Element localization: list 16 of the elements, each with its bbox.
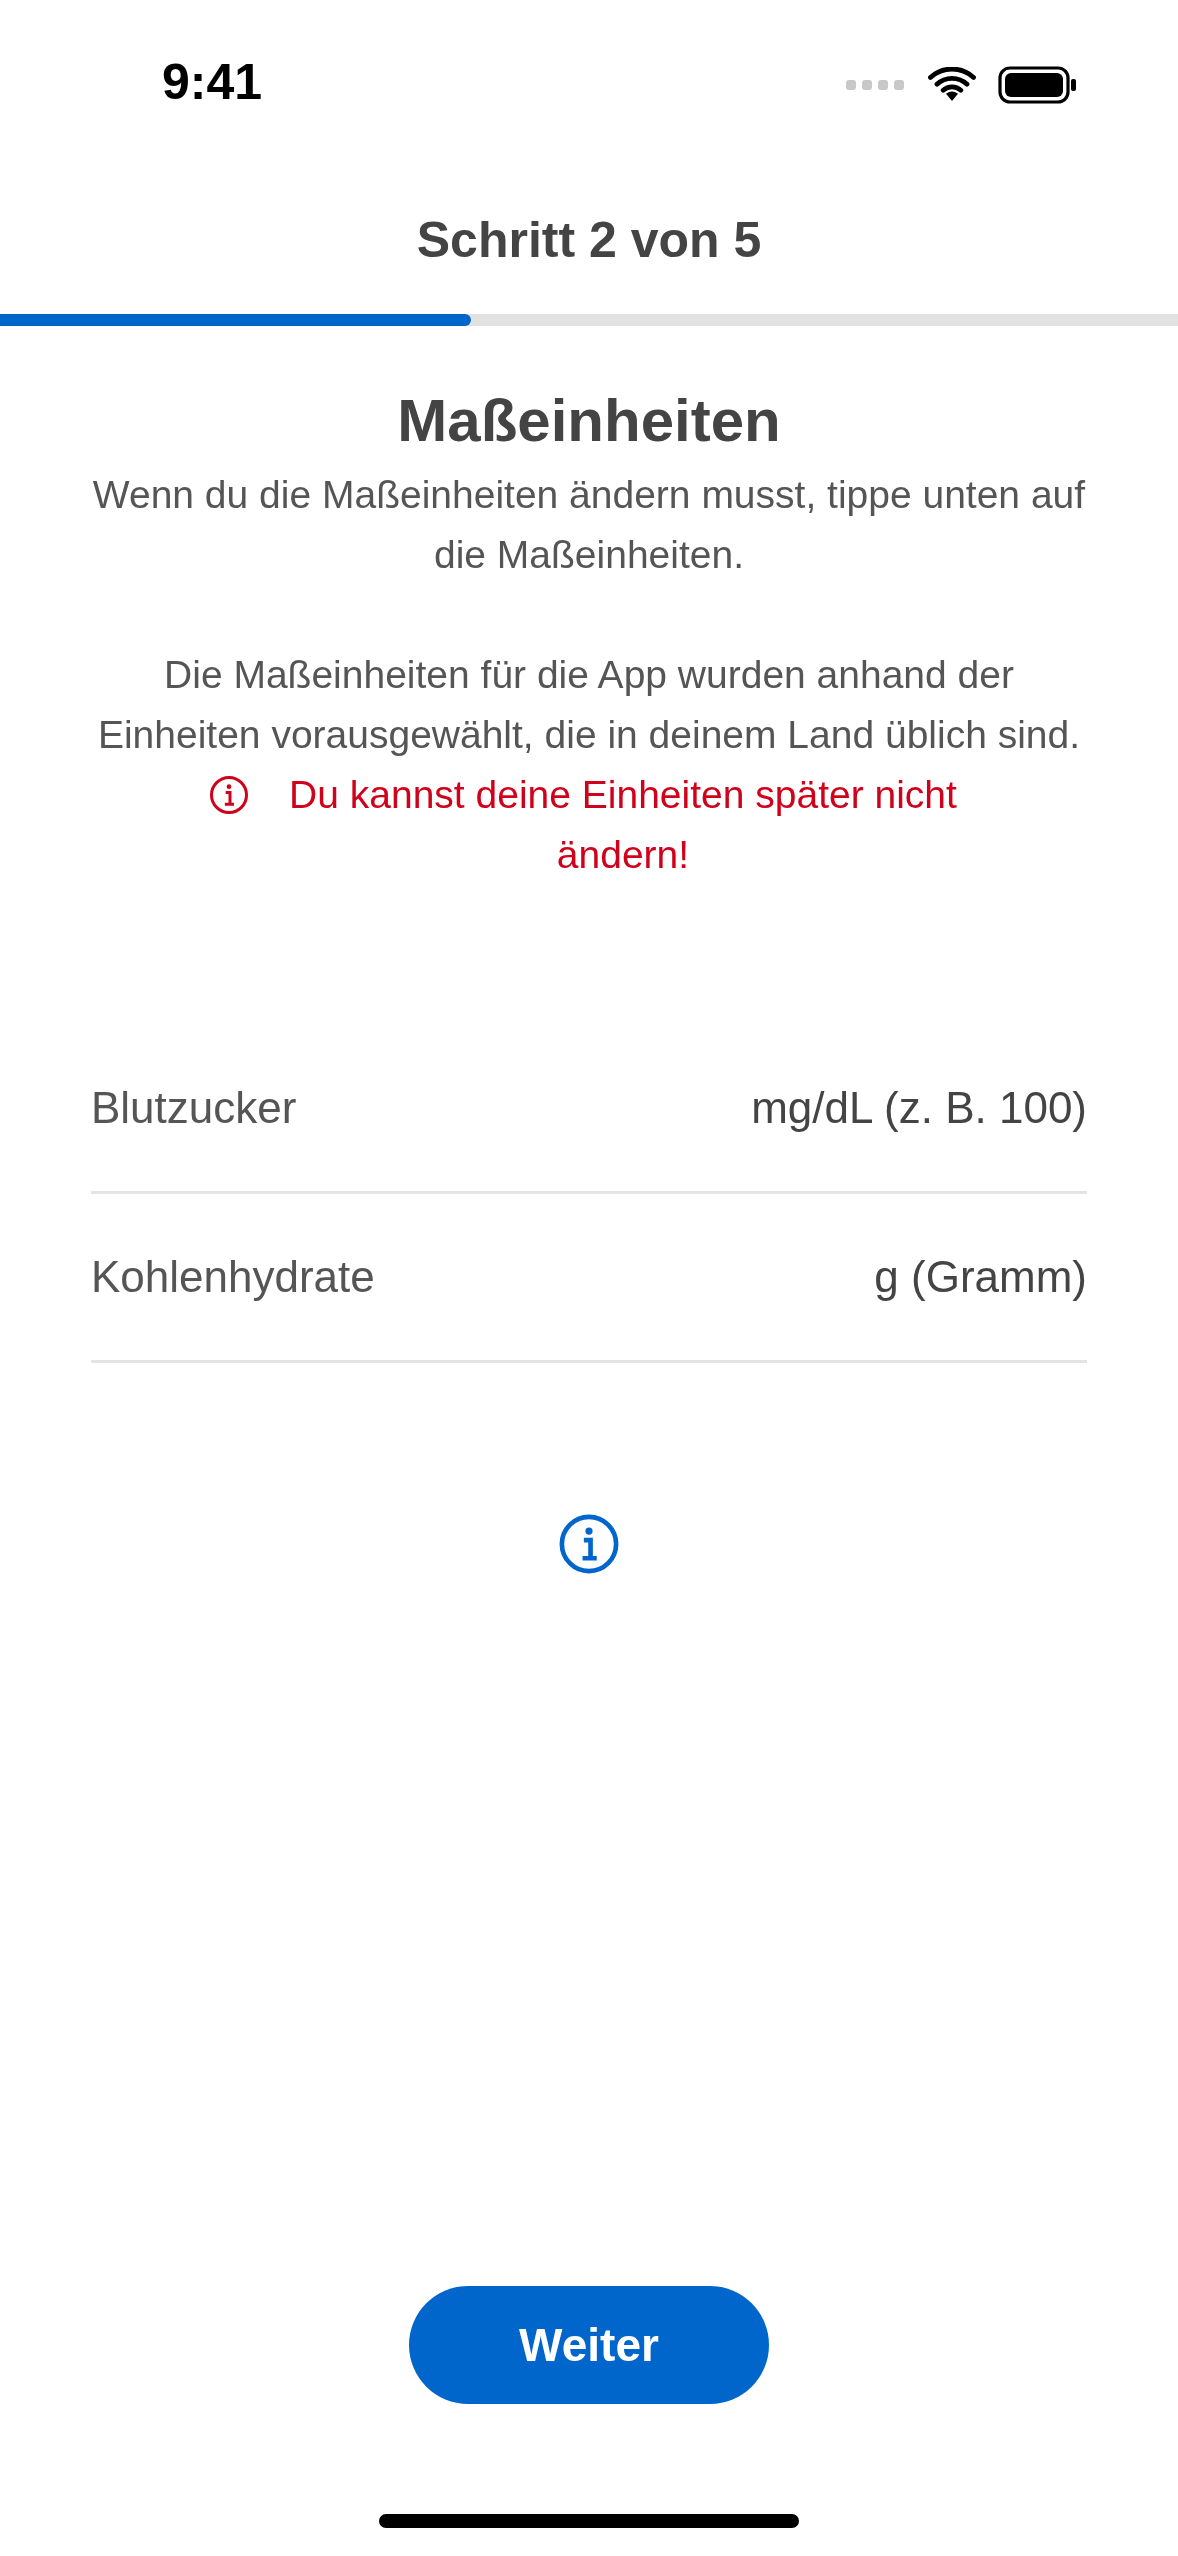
page-title: Maßeinheiten — [397, 386, 781, 455]
warning-text: Du kannst deine Einheiten später nicht ändern! — [288, 772, 958, 878]
unit-label: Blutzucker — [91, 1083, 297, 1133]
info-icon — [558, 1513, 620, 1575]
status-time: 9:41 — [162, 53, 263, 111]
unit-value[interactable]: g (Gramm) — [874, 1252, 1087, 1302]
unit-value[interactable]: mg/dL (z. B. 100) — [751, 1083, 1087, 1133]
signal-icon — [846, 79, 906, 91]
warning-info-icon — [209, 775, 249, 815]
step-title: Schritt 2 von 5 — [416, 211, 762, 269]
unit-label: Kohlenhydrate — [91, 1252, 375, 1302]
next-button[interactable]: Weiter — [409, 2286, 769, 2404]
description-text: Die Maßeinheiten für die App wurden anhand der Einheiten vorausgewählt, die in deinem Land üblich sind. — [96, 652, 1082, 758]
description-text: Wenn du die Maßeinheiten ändern musst, tippe unten auf die Maßeinheiten. — [91, 472, 1087, 578]
battery-icon — [998, 66, 1078, 104]
wifi-icon — [928, 67, 976, 103]
